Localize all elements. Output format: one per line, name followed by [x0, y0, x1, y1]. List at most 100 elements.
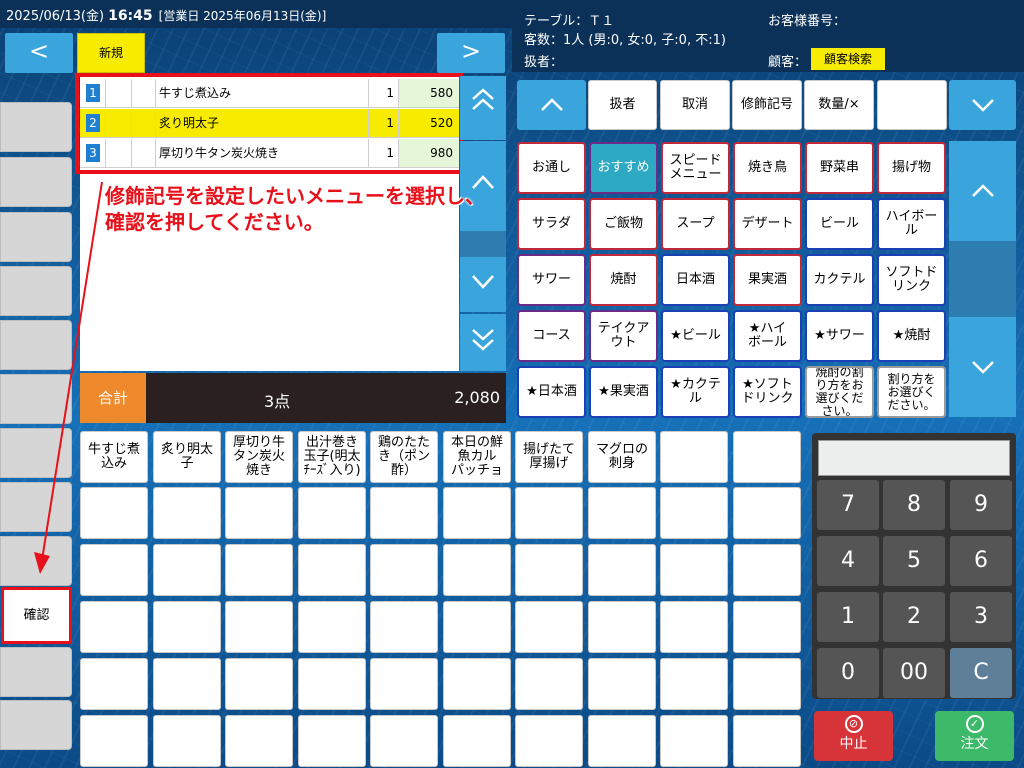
favorite-item-button[interactable] [588, 658, 656, 710]
favorite-item-button[interactable] [515, 544, 583, 596]
favorite-item-button[interactable] [370, 601, 438, 653]
favorite-item-button[interactable] [660, 544, 728, 596]
favorite-item-button[interactable] [443, 544, 511, 596]
favorite-item-button[interactable] [80, 715, 148, 767]
category-button[interactable]: 焼き鳥 [733, 142, 802, 194]
scroll-down-button[interactable] [460, 257, 506, 312]
quantity-button[interactable]: 数量/× [804, 80, 874, 130]
favorite-item-button[interactable] [298, 658, 366, 710]
category-button[interactable]: ★ソフト ドリンク [733, 366, 802, 418]
favorite-item-button[interactable] [80, 658, 148, 710]
favorite-item-button[interactable] [443, 601, 511, 653]
category-button[interactable]: ★カクテ ル [661, 366, 730, 418]
category-button[interactable]: サワー [517, 254, 586, 306]
favorite-item-button[interactable] [370, 715, 438, 767]
favorite-item-button[interactable]: 出汁巻き 玉子(明太 ﾁｰｽﾞ入り) [298, 431, 366, 483]
numpad-key[interactable]: 4 [817, 536, 879, 586]
category-button[interactable]: ★ビール [661, 310, 730, 362]
favorite-item-button[interactable] [370, 487, 438, 539]
numpad-key[interactable]: 8 [883, 480, 945, 530]
toolbar-down-button[interactable] [949, 80, 1016, 130]
toolbar-blank-button[interactable] [877, 80, 947, 130]
favorite-item-button[interactable]: 炙り明太 子 [153, 431, 221, 483]
category-button[interactable]: ★焼酎 [877, 310, 946, 362]
favorite-item-button[interactable] [515, 487, 583, 539]
toolbar-up-button[interactable] [517, 80, 586, 130]
favorite-item-button[interactable]: 本日の鮮 魚カル パッチョ [443, 431, 511, 483]
category-button[interactable]: 焼酎の割 り方をお 選びくだ さい。 [805, 366, 874, 418]
category-button[interactable]: 割り方を お選びく ださい。 [877, 366, 946, 418]
category-button[interactable]: 揚げ物 [877, 142, 946, 194]
modifier-button[interactable]: 修飾記号 [732, 80, 802, 130]
category-button[interactable]: 焼酎 [589, 254, 658, 306]
favorite-item-button[interactable] [225, 601, 293, 653]
confirm-button[interactable]: 確認 [1, 587, 72, 644]
category-button[interactable]: 日本酒 [661, 254, 730, 306]
favorite-item-button[interactable] [733, 431, 801, 483]
category-scroll-track[interactable] [949, 241, 1016, 317]
favorite-item-button[interactable] [660, 658, 728, 710]
order-button[interactable]: ✓ 注文 [935, 711, 1014, 761]
favorite-item-button[interactable] [225, 658, 293, 710]
favorite-item-button[interactable] [370, 544, 438, 596]
favorite-item-button[interactable] [660, 601, 728, 653]
favorite-item-button[interactable] [443, 715, 511, 767]
next-tab-button[interactable]: > [437, 33, 505, 73]
category-button[interactable]: ソフトド リンク [877, 254, 946, 306]
category-button[interactable]: ★果実酒 [589, 366, 658, 418]
category-button[interactable]: ★サワー [805, 310, 874, 362]
favorite-item-button[interactable] [80, 487, 148, 539]
category-button[interactable]: 野菜串 [805, 142, 874, 194]
cancel-item-button[interactable]: 取消 [660, 80, 730, 130]
numpad-key[interactable]: 7 [817, 480, 879, 530]
favorite-item-button[interactable] [80, 544, 148, 596]
numpad-key[interactable]: 9 [950, 480, 1012, 530]
favorite-item-button[interactable] [298, 487, 366, 539]
favorite-item-button[interactable]: 厚切り牛 タン炭火 焼き [225, 431, 293, 483]
favorite-item-button[interactable] [660, 715, 728, 767]
scroll-top-button[interactable] [460, 76, 506, 140]
favorite-item-button[interactable] [153, 715, 221, 767]
favorite-item-button[interactable] [298, 715, 366, 767]
numpad-key[interactable]: 1 [817, 592, 879, 642]
favorite-item-button[interactable] [225, 715, 293, 767]
category-button[interactable]: ご飯物 [589, 198, 658, 250]
favorite-item-button[interactable] [733, 658, 801, 710]
favorite-item-button[interactable] [153, 544, 221, 596]
favorite-item-button[interactable] [515, 658, 583, 710]
favorite-item-button[interactable] [515, 601, 583, 653]
numpad-key[interactable]: 2 [883, 592, 945, 642]
favorite-item-button[interactable] [443, 658, 511, 710]
category-button[interactable]: おすすめ [589, 142, 658, 194]
category-button[interactable]: ★ハイ ボール [733, 310, 802, 362]
numpad-key[interactable]: 5 [883, 536, 945, 586]
category-scroll-up-button[interactable] [949, 141, 1016, 241]
category-button[interactable]: ハイボー ル [877, 198, 946, 250]
category-button[interactable]: スープ [661, 198, 730, 250]
favorite-item-button[interactable] [225, 487, 293, 539]
favorite-item-button[interactable]: 牛すじ煮 込み [80, 431, 148, 483]
favorite-item-button[interactable] [733, 715, 801, 767]
numpad-key[interactable]: 00 [883, 648, 945, 698]
category-button[interactable]: カクテル [805, 254, 874, 306]
favorite-item-button[interactable] [443, 487, 511, 539]
favorite-item-button[interactable] [588, 487, 656, 539]
category-scroll-down-button[interactable] [949, 317, 1016, 417]
category-button[interactable]: 果実酒 [733, 254, 802, 306]
favorite-item-button[interactable]: 鶏のたた き（ポン 酢） [370, 431, 438, 483]
favorite-item-button[interactable] [660, 431, 728, 483]
category-button[interactable]: デザート [733, 198, 802, 250]
side-button-11[interactable] [0, 647, 72, 697]
category-button[interactable]: ビール [805, 198, 874, 250]
favorite-item-button[interactable]: マグロの 刺身 [588, 431, 656, 483]
customer-search-button[interactable]: 顧客検索 [811, 48, 885, 70]
tab-new[interactable]: 新規 [77, 33, 145, 73]
favorite-item-button[interactable] [733, 601, 801, 653]
category-button[interactable]: テイクア ウト [589, 310, 658, 362]
category-button[interactable]: スピード メニュー [661, 142, 730, 194]
favorite-item-button[interactable] [80, 601, 148, 653]
side-button-12[interactable] [0, 700, 72, 750]
favorite-item-button[interactable]: 揚げたて 厚揚げ [515, 431, 583, 483]
category-button[interactable]: ★日本酒 [517, 366, 586, 418]
favorite-item-button[interactable] [298, 601, 366, 653]
